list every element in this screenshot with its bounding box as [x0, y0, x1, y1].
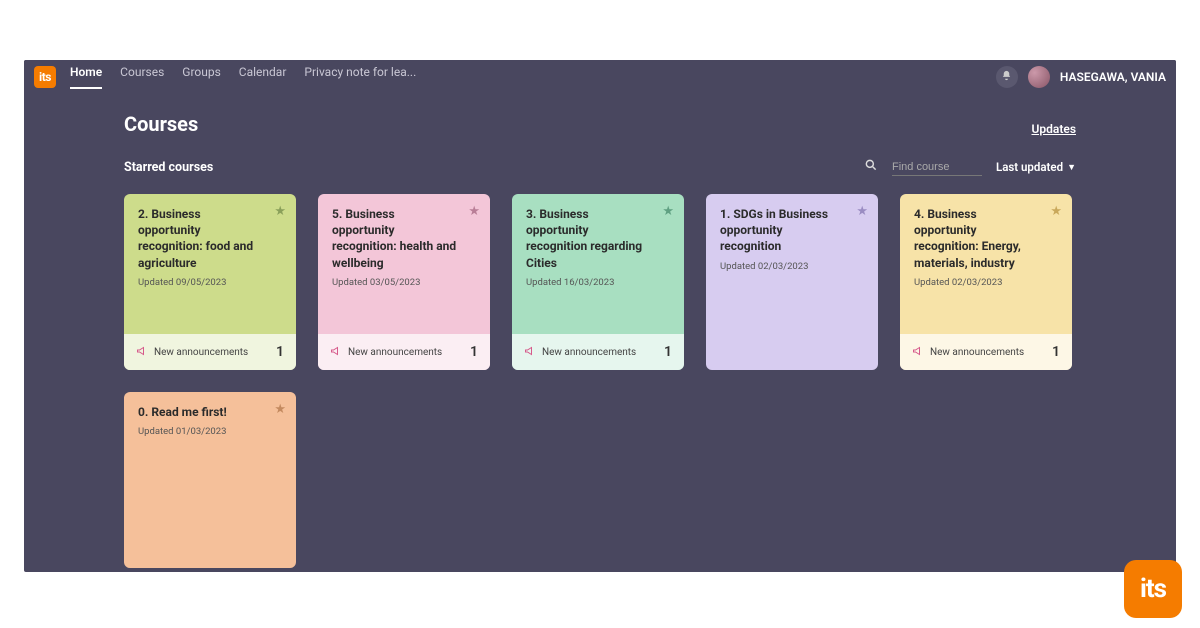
card-footer[interactable]: New announcements 1 [318, 334, 490, 370]
card-title: 0. Read me first! [138, 404, 282, 420]
card-body: 3. Business opportunity recognition rega… [512, 194, 684, 334]
topbar-right: HASEGAWA, VANIA [996, 66, 1166, 88]
updates-link[interactable]: Updates [1032, 122, 1077, 136]
announcements-label: New announcements [154, 347, 248, 358]
megaphone-icon [524, 345, 536, 360]
card-updated: Updated 01/03/2023 [138, 426, 282, 437]
star-icon[interactable]: ★ [1050, 204, 1062, 219]
card-title: 4. Business opportunity recognition: Ene… [914, 206, 1058, 271]
card-footer[interactable]: New announcements 1 [512, 334, 684, 370]
card-footer[interactable]: New announcements 1 [124, 334, 296, 370]
search-icon[interactable] [864, 158, 878, 176]
announcements-count: 1 [470, 344, 478, 360]
star-icon[interactable]: ★ [274, 402, 286, 417]
chevron-down-icon: ▼ [1067, 162, 1076, 173]
search-sort: Last updated ▼ [864, 158, 1076, 176]
nav-item[interactable]: Courses [120, 65, 164, 89]
course-card[interactable]: ★5. Business opportunity recognition: he… [318, 194, 490, 370]
announcements-label: New announcements [930, 347, 1024, 358]
card-body: 4. Business opportunity recognition: Ene… [900, 194, 1072, 334]
content: Courses Updates Starred courses Last upd… [24, 94, 1176, 572]
announcements-label: New announcements [348, 347, 442, 358]
announcements-count: 1 [1052, 344, 1060, 360]
card-updated: Updated 03/05/2023 [332, 277, 476, 288]
bell-icon [1001, 70, 1012, 84]
course-grid: ★2. Business opportunity recognition: fo… [124, 194, 1076, 568]
brand-logo[interactable]: its [34, 66, 56, 88]
card-updated: Updated 16/03/2023 [526, 277, 670, 288]
star-icon[interactable]: ★ [274, 204, 286, 219]
card-title: 5. Business opportunity recognition: hea… [332, 206, 476, 271]
card-updated: Updated 09/05/2023 [138, 277, 282, 288]
card-body: 2. Business opportunity recognition: foo… [124, 194, 296, 334]
star-icon[interactable]: ★ [468, 204, 480, 219]
card-updated: Updated 02/03/2023 [720, 261, 864, 272]
card-body: 1. SDGs in Business opportunity recognit… [706, 194, 878, 370]
sort-dropdown[interactable]: Last updated ▼ [996, 160, 1076, 174]
notifications-button[interactable] [996, 66, 1018, 88]
section-title: Starred courses [124, 160, 213, 175]
subheader: Starred courses Last updated ▼ [124, 158, 1076, 176]
card-title: 2. Business opportunity recognition: foo… [138, 206, 282, 271]
card-body: 0. Read me first! Updated 01/03/2023 [124, 392, 296, 568]
username: HASEGAWA, VANIA [1060, 70, 1166, 84]
star-icon[interactable]: ★ [662, 204, 674, 219]
app-window: its Home Courses Groups Calendar Privacy not… [24, 60, 1176, 572]
nav-item[interactable]: Calendar [239, 65, 287, 89]
announcements-count: 1 [664, 344, 672, 360]
announcements-count: 1 [276, 344, 284, 360]
announcements-label: New announcements [542, 347, 636, 358]
card-footer[interactable]: New announcements 1 [900, 334, 1072, 370]
card-title: 3. Business opportunity recognition rega… [526, 206, 670, 271]
star-icon[interactable]: ★ [856, 204, 868, 219]
main-nav: Home Courses Groups Calendar Privacy note fo… [70, 65, 416, 89]
megaphone-icon [912, 345, 924, 360]
card-updated: Updated 02/03/2023 [914, 277, 1058, 288]
course-card[interactable]: ★2. Business opportunity recognition: fo… [124, 194, 296, 370]
avatar[interactable] [1028, 66, 1050, 88]
brand-badge: its [1124, 560, 1182, 618]
topbar: its Home Courses Groups Calendar Privacy not… [24, 60, 1176, 94]
page-title: Courses [124, 112, 198, 136]
search-input[interactable] [892, 159, 982, 176]
card-body: 5. Business opportunity recognition: hea… [318, 194, 490, 334]
nav-item[interactable]: Privacy note for lea... [304, 65, 416, 89]
nav-item[interactable]: Groups [182, 65, 221, 89]
course-card[interactable]: ★1. SDGs in Business opportunity recogni… [706, 194, 878, 370]
course-card[interactable]: ★0. Read me first! Updated 01/03/2023 [124, 392, 296, 568]
card-title: 1. SDGs in Business opportunity recognit… [720, 206, 864, 255]
nav-item[interactable]: Home [70, 65, 102, 89]
megaphone-icon [136, 345, 148, 360]
megaphone-icon [330, 345, 342, 360]
course-card[interactable]: ★4. Business opportunity recognition: En… [900, 194, 1072, 370]
page-header: Courses Updates [124, 112, 1076, 136]
course-card[interactable]: ★3. Business opportunity recognition reg… [512, 194, 684, 370]
sort-label: Last updated [996, 160, 1063, 174]
